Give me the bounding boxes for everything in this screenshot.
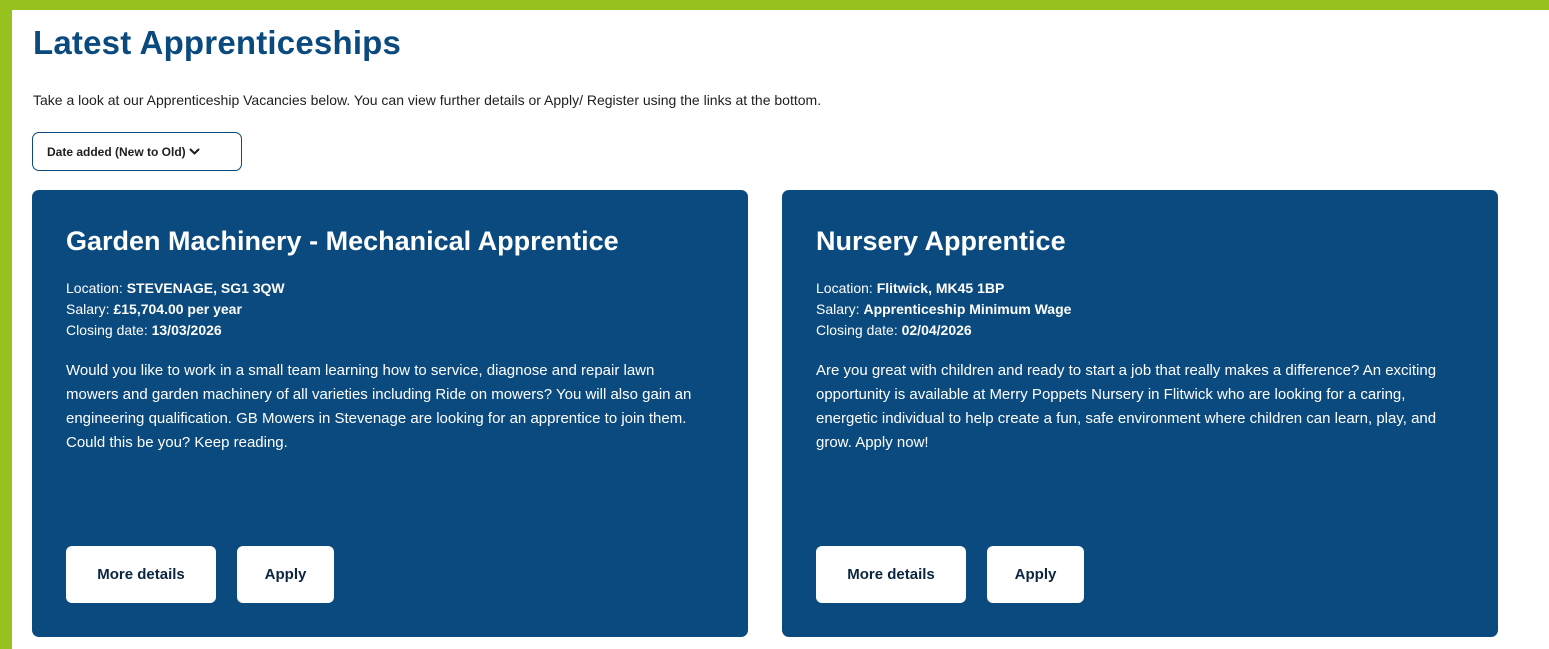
salary-value: £15,704.00 per year [113,301,242,317]
more-details-button[interactable]: More details [816,546,966,603]
closing-label: Closing date: [66,322,152,338]
apply-button[interactable]: Apply [987,546,1084,603]
location-value: STEVENAGE, SG1 3QW [126,280,285,296]
closing-label: Closing date: [816,322,902,338]
salary-value: Apprenticeship Minimum Wage [863,301,1072,317]
sort-selected-value: Date added (New to Old) [47,144,186,159]
location-value: Flitwick, MK45 1BP [876,280,1005,296]
vacancy-description: Are you great with children and ready to… [816,362,1437,451]
vacancy-actions: More details Apply [66,546,334,603]
page-title: Latest Apprenticeships [33,24,402,61]
vacancy-actions: More details Apply [816,546,1084,603]
salary-label: Salary: [66,301,114,317]
closing-value: 02/04/2026 [901,322,972,338]
content-panel: Latest Apprenticeships Take a look at ou… [12,10,1549,649]
vacancy-closing-date: Closing date: 02/04/2026 [816,320,1464,341]
apply-button[interactable]: Apply [237,546,334,603]
vacancy-card: Nursery Apprentice Location: Flitwick, M… [782,190,1498,637]
vacancy-title: Garden Machinery - Mechanical Apprentice [66,226,619,256]
closing-value: 13/03/2026 [151,322,222,338]
chevron-down-icon [189,146,200,157]
vacancy-closing-date: Closing date: 13/03/2026 [66,320,714,341]
more-details-button[interactable]: More details [66,546,216,603]
vacancy-salary: Salary: £15,704.00 per year [66,299,714,320]
vacancy-meta: Location: Flitwick, MK45 1BP Salary: App… [816,278,1464,341]
vacancy-location: Location: Flitwick, MK45 1BP [816,278,1464,299]
vacancy-salary: Salary: Apprenticeship Minimum Wage [816,299,1464,320]
location-label: Location: [66,280,127,296]
salary-label: Salary: [816,301,864,317]
sort-select[interactable]: Date added (New to Old) [32,132,242,171]
vacancy-card: Garden Machinery - Mechanical Apprentice… [32,190,748,637]
location-label: Location: [816,280,877,296]
vacancy-description: Would you like to work in a small team l… [66,362,692,451]
vacancy-meta: Location: STEVENAGE, SG1 3QW Salary: £15… [66,278,714,341]
vacancy-title: Nursery Apprentice [816,226,1066,256]
vacancy-location: Location: STEVENAGE, SG1 3QW [66,278,714,299]
intro-text: Take a look at our Apprenticeship Vacanc… [33,92,822,108]
